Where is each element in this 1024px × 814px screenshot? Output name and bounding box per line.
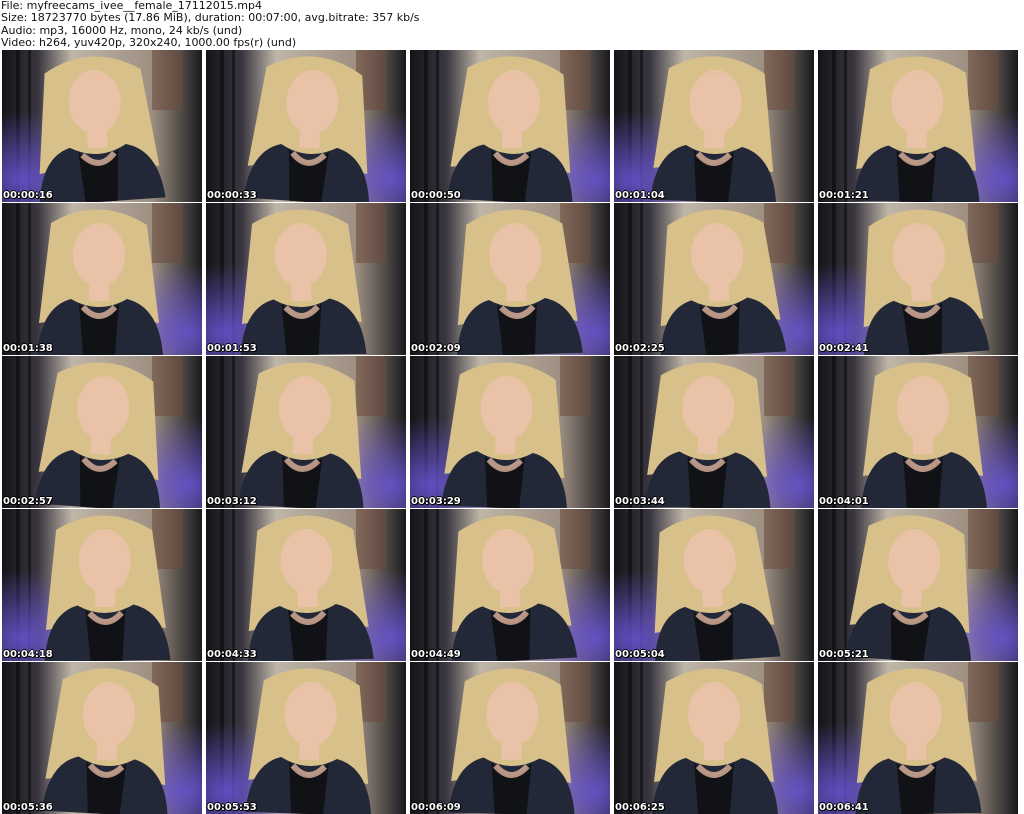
video-frame-image — [2, 50, 202, 202]
video-frame-image — [206, 50, 406, 202]
video-frame-image — [206, 662, 406, 814]
thumbnail-frame: 00:01:21 — [818, 50, 1018, 202]
video-frame-image — [410, 50, 610, 202]
video-frame-image — [614, 50, 814, 202]
video-frame-image — [818, 356, 1018, 508]
file-info-header: File: myfreecams_ivee__female_17112015.m… — [1, 0, 1021, 50]
file-size-line: Size: 18723770 bytes (17.86 MiB), durati… — [1, 11, 420, 25]
thumbnail-frame: 00:00:16 — [2, 50, 202, 202]
video-frame-image — [2, 356, 202, 508]
timestamp-label: 00:00:50 — [411, 190, 461, 201]
timestamp-label: 00:04:33 — [207, 649, 257, 660]
timestamp-label: 00:02:41 — [819, 343, 869, 354]
thumbnail-frame: 00:04:33 — [206, 509, 406, 661]
video-frame-image — [206, 203, 406, 355]
thumbnail-frame: 00:05:04 — [614, 509, 814, 661]
video-frame-image — [818, 203, 1018, 355]
timestamp-label: 00:05:36 — [3, 802, 53, 813]
timestamp-label: 00:01:04 — [615, 190, 665, 201]
thumbnail-frame: 00:00:50 — [410, 50, 610, 202]
timestamp-label: 00:05:04 — [615, 649, 665, 660]
video-frame-image — [410, 509, 610, 661]
timestamp-label: 00:05:53 — [207, 802, 257, 813]
video-frame-image — [2, 203, 202, 355]
thumbnail-frame: 00:04:18 — [2, 509, 202, 661]
thumbnail-frame: 00:06:25 — [614, 662, 814, 814]
timestamp-label: 00:01:53 — [207, 343, 257, 354]
timestamp-label: 00:00:33 — [207, 190, 257, 201]
thumbnail-frame: 00:02:09 — [410, 203, 610, 355]
thumbnail-frame: 00:02:57 — [2, 356, 202, 508]
timestamp-label: 00:04:01 — [819, 496, 869, 507]
timestamp-label: 00:06:25 — [615, 802, 665, 813]
video-frame-image — [614, 356, 814, 508]
thumbnail-frame: 00:03:12 — [206, 356, 406, 508]
timestamp-label: 00:00:16 — [3, 190, 53, 201]
thumbnail-frame: 00:06:41 — [818, 662, 1018, 814]
thumbnail-frame: 00:02:41 — [818, 203, 1018, 355]
video-frame-image — [818, 662, 1018, 814]
timestamp-label: 00:02:57 — [3, 496, 53, 507]
timestamp-label: 00:01:38 — [3, 343, 53, 354]
timestamp-label: 00:04:49 — [411, 649, 461, 660]
video-frame-image — [614, 509, 814, 661]
video-frame-image — [410, 356, 610, 508]
thumbnail-frame: 00:06:09 — [410, 662, 610, 814]
thumbnail-frame: 00:01:04 — [614, 50, 814, 202]
timestamp-label: 00:02:09 — [411, 343, 461, 354]
thumbnail-grid: 00:00:16 00:00:33 00:00:50 00:01:04 00:0… — [2, 50, 1022, 814]
thumbnail-frame: 00:01:53 — [206, 203, 406, 355]
video-frame-image — [206, 509, 406, 661]
timestamp-label: 00:03:29 — [411, 496, 461, 507]
video-frame-image — [410, 662, 610, 814]
thumbnail-frame: 00:00:33 — [206, 50, 406, 202]
video-frame-image — [614, 662, 814, 814]
video-frame-image — [2, 662, 202, 814]
thumbnail-frame: 00:05:53 — [206, 662, 406, 814]
timestamp-label: 00:01:21 — [819, 190, 869, 201]
video-info-line: Video: h264, yuv420p, 320x240, 1000.00 f… — [1, 36, 297, 50]
timestamp-label: 00:05:21 — [819, 649, 869, 660]
thumbnail-frame: 00:05:36 — [2, 662, 202, 814]
video-frame-image — [818, 50, 1018, 202]
timestamp-label: 00:03:44 — [615, 496, 665, 507]
thumbnail-frame: 00:01:38 — [2, 203, 202, 355]
timestamp-label: 00:06:09 — [411, 802, 461, 813]
thumbnail-frame: 00:05:21 — [818, 509, 1018, 661]
thumbnail-frame: 00:03:29 — [410, 356, 610, 508]
video-frame-image — [206, 356, 406, 508]
thumbnail-frame: 00:02:25 — [614, 203, 814, 355]
video-frame-image — [818, 509, 1018, 661]
video-frame-image — [410, 203, 610, 355]
video-frame-image — [614, 203, 814, 355]
timestamp-label: 00:03:12 — [207, 496, 257, 507]
timestamp-label: 00:02:25 — [615, 343, 665, 354]
video-frame-image — [2, 509, 202, 661]
thumbnail-frame: 00:04:01 — [818, 356, 1018, 508]
timestamp-label: 00:06:41 — [819, 802, 869, 813]
timestamp-label: 00:04:18 — [3, 649, 53, 660]
thumbnail-frame: 00:04:49 — [410, 509, 610, 661]
thumbnail-frame: 00:03:44 — [614, 356, 814, 508]
